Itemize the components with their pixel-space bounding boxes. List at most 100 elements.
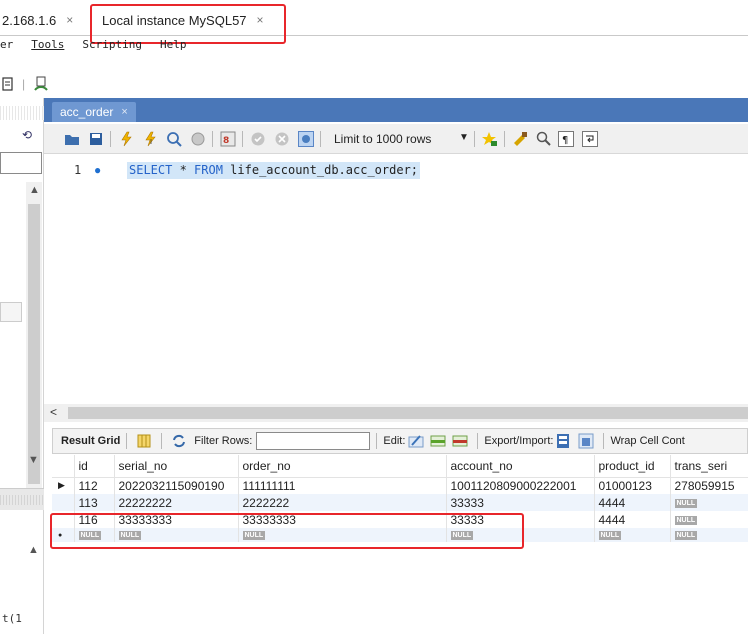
table-cell[interactable]: 1001120809000222001	[446, 477, 595, 494]
toggle-errors-icon[interactable]: 8	[220, 131, 236, 147]
menu-item-server[interactable]: er	[0, 38, 13, 58]
table-cell[interactable]: 113	[74, 494, 115, 511]
connection-icon[interactable]	[33, 76, 49, 92]
null-badge: NULL	[674, 531, 698, 541]
table-row[interactable]: 113 22222222 2222222 33333 4444 NULL	[52, 494, 748, 511]
editor-tab-strip: acc_order ×	[44, 98, 748, 122]
menu-item-tools[interactable]: Tools	[31, 38, 64, 58]
rollback-icon[interactable]	[274, 131, 290, 147]
editor-horizontal-scrollbar[interactable]: <	[44, 404, 748, 422]
sql-keyword: SELECT	[129, 163, 173, 177]
scroll-down-icon[interactable]: ▼	[28, 454, 39, 466]
result-grid-label[interactable]: Result Grid	[61, 435, 120, 447]
table-header-row: id serial_no order_no account_no product…	[52, 455, 748, 478]
menu-item-scripting[interactable]: Scripting	[82, 38, 142, 58]
wrap-lines-icon[interactable]	[582, 131, 598, 147]
null-badge: NULL	[674, 515, 698, 525]
table-cell[interactable]: 01000123	[594, 477, 671, 494]
insert-row-icon[interactable]	[430, 433, 446, 449]
schema-search-input[interactable]	[0, 152, 42, 174]
table-cell[interactable]: 278059915	[670, 477, 748, 494]
main-toolbar: |	[2, 76, 49, 92]
commit-icon[interactable]	[250, 131, 266, 147]
filter-rows-input[interactable]	[256, 432, 371, 450]
close-icon[interactable]: ×	[66, 13, 73, 27]
tab-acc-order[interactable]: acc_order ×	[52, 102, 136, 122]
limit-rows-select[interactable]: Limit to 1000 rows	[334, 132, 431, 146]
scroll-left-icon[interactable]: <	[50, 405, 57, 419]
output-text: t(1	[2, 612, 22, 625]
svg-text:8: 8	[223, 136, 229, 146]
result-toolbar: Result Grid Filter Rows: Edit: Export/Im…	[52, 428, 748, 454]
export-import-label: Export/Import:	[484, 435, 554, 447]
statement-marker-icon: ●	[94, 163, 102, 177]
table-row[interactable]: ▶ 112 2022032115090190 111111111 1001120…	[52, 477, 748, 494]
table-cell[interactable]: 4444	[594, 511, 671, 528]
scrollbar-thumb[interactable]	[68, 407, 748, 419]
scroll-up-icon[interactable]: ▲	[29, 184, 40, 196]
menu-bar: er Tools Scripting Help	[0, 38, 204, 58]
query-toolbar: I 8 Limit to 1000 rows ▼ ¶	[44, 124, 748, 154]
menu-item-help[interactable]: Help	[160, 38, 187, 58]
refresh-icon[interactable]: ⟲	[22, 128, 32, 142]
column-header[interactable]: trans_seri	[670, 455, 748, 478]
sql-text: life_account_db.acc_order;	[222, 163, 419, 177]
table-cell[interactable]: 22222222	[114, 494, 239, 511]
table-cell[interactable]: 2222222	[238, 494, 447, 511]
invisible-chars-icon[interactable]: ¶	[558, 131, 574, 147]
wrap-cell-content-label: Wrap Cell Cont	[610, 435, 685, 447]
delete-row-icon[interactable]	[452, 433, 468, 449]
execute-statement-icon[interactable]: I	[142, 131, 158, 147]
table-cell[interactable]: NULL	[670, 511, 748, 528]
panel-splitter[interactable]	[0, 488, 44, 510]
table-cell[interactable]: 112	[74, 477, 115, 494]
explain-icon[interactable]	[166, 131, 182, 147]
row-selector[interactable]	[52, 494, 75, 511]
save-icon[interactable]	[88, 131, 104, 147]
column-header[interactable]: order_no	[238, 455, 447, 478]
connection-tab-label: 2.168.1.6	[2, 12, 57, 28]
import-icon[interactable]	[578, 433, 594, 449]
sql-editor[interactable]: 1 ● SELECT * FROM life_account_db.acc_or…	[44, 155, 748, 400]
sql-keyword: FROM	[194, 163, 223, 177]
edit-row-icon[interactable]	[408, 433, 424, 449]
table-cell[interactable]: 2022032115090190	[114, 477, 239, 494]
table-cell[interactable]: NULL	[594, 528, 671, 542]
tree-item[interactable]	[0, 302, 22, 322]
stop-icon[interactable]	[190, 131, 206, 147]
sql-file-icon[interactable]	[2, 76, 14, 92]
line-number: 1	[74, 163, 82, 177]
grid-view-icon[interactable]	[136, 433, 152, 449]
column-header[interactable]: product_id	[594, 455, 671, 478]
connection-tab-remote[interactable]: 2.168.1.6 ×	[2, 8, 73, 32]
find-icon[interactable]	[536, 131, 552, 147]
autocommit-icon[interactable]	[298, 131, 314, 147]
execute-icon[interactable]	[118, 131, 134, 147]
column-header[interactable]: serial_no	[114, 455, 239, 478]
tab-label: acc_order	[60, 105, 114, 119]
table-cell[interactable]: 4444	[594, 494, 671, 511]
table-cell[interactable]: 111111111	[238, 477, 447, 494]
navigator-scrollbar[interactable]: ▲	[26, 182, 42, 488]
scrollbar-thumb[interactable]	[28, 204, 40, 484]
close-icon[interactable]: ×	[121, 106, 127, 118]
sql-text: *	[172, 163, 195, 177]
refresh-icon[interactable]	[171, 433, 187, 449]
add-snippet-icon[interactable]	[482, 131, 498, 147]
navigator-panel: ⟲ ▲ ▼ ▲ t(1	[0, 98, 44, 634]
scroll-up-icon[interactable]: ▲	[28, 544, 39, 556]
open-folder-icon[interactable]	[64, 131, 80, 147]
chevron-down-icon[interactable]: ▼	[459, 132, 469, 143]
column-header[interactable]: id	[74, 455, 115, 478]
table-cell[interactable]: 33333	[446, 494, 595, 511]
beautify-icon[interactable]	[512, 131, 528, 147]
null-badge: NULL	[674, 498, 698, 508]
row-selector-icon[interactable]: ▶	[52, 477, 75, 494]
table-cell[interactable]: NULL	[670, 528, 748, 542]
column-header[interactable]: account_no	[446, 455, 595, 478]
svg-text:¶: ¶	[562, 135, 568, 146]
sql-statement[interactable]: SELECT * FROM life_account_db.acc_order;	[127, 162, 421, 179]
export-icon[interactable]	[556, 433, 572, 449]
table-cell[interactable]: NULL	[670, 494, 748, 511]
edit-label: Edit:	[383, 435, 406, 447]
